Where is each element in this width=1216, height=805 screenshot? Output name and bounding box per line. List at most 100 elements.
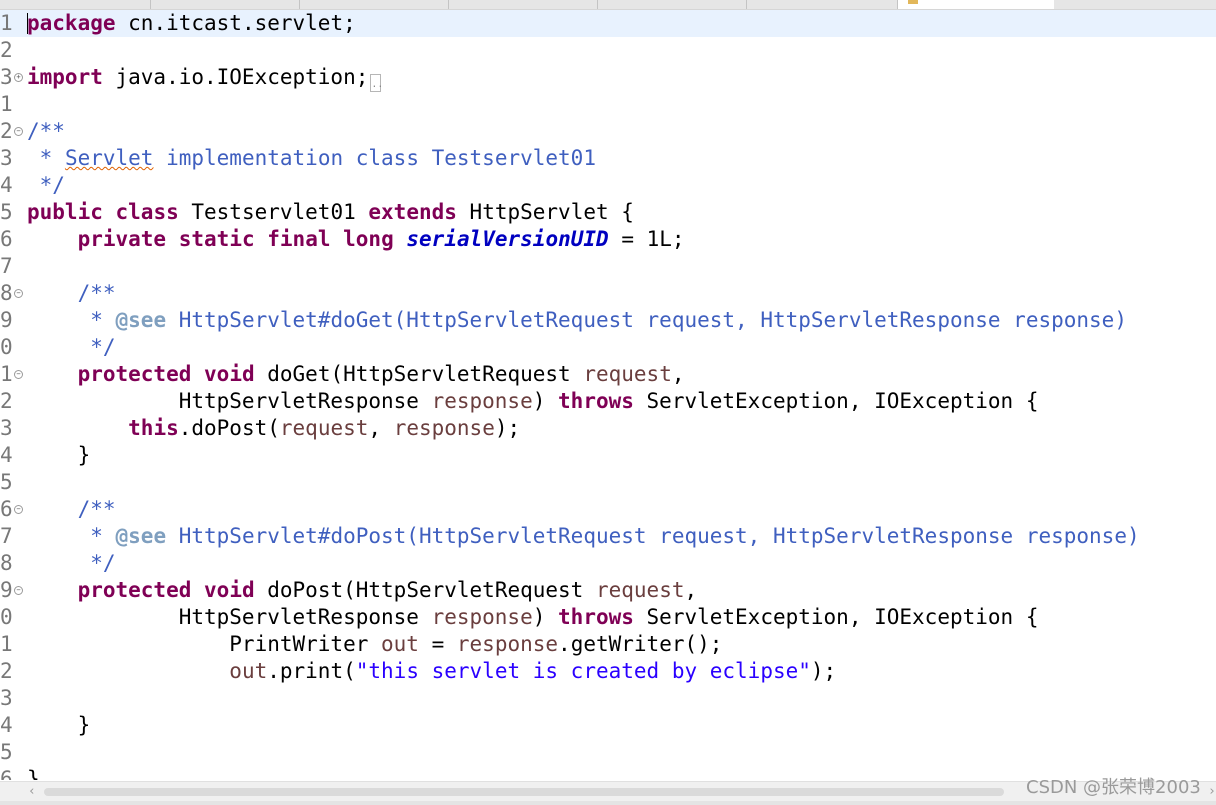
code-line[interactable]: 6 private static final long serialVersio… xyxy=(0,226,1216,253)
code-token: , xyxy=(684,578,698,602)
code-text: * @see HttpServlet#doPost(HttpServletReq… xyxy=(27,523,1140,550)
scroll-left-icon[interactable]: ‹ xyxy=(28,782,36,802)
code-line[interactable]: 3 this.doPost(request, response); xyxy=(0,415,1216,442)
code-line[interactable]: 0 HttpServletResponse response) throws S… xyxy=(0,604,1216,631)
keyword-token: void xyxy=(204,578,255,602)
scrollbar-thumb[interactable] xyxy=(44,788,1004,796)
code-line[interactable]: 7 * @see HttpServlet#doPost(HttpServletR… xyxy=(0,523,1216,550)
fold-collapse-icon[interactable]: − xyxy=(14,586,23,595)
code-line[interactable]: 9 * @see HttpServlet#doGet(HttpServletRe… xyxy=(0,307,1216,334)
parameter-token: response xyxy=(393,416,495,440)
code-token: doPost(HttpServletRequest xyxy=(254,578,596,602)
fold-collapse-icon[interactable]: − xyxy=(14,289,23,298)
code-line[interactable]: 1 package cn.itcast.servlet; xyxy=(0,10,1216,37)
parameter-token: request xyxy=(583,362,672,386)
comment-token: HttpServlet#doPost(HttpServletRequest re… xyxy=(166,524,1140,548)
code-line[interactable]: 8 */ xyxy=(0,550,1216,577)
code-line[interactable]: 2 out.print("this servlet is created by … xyxy=(0,658,1216,685)
line-number: 5 xyxy=(0,470,13,494)
line-number: 4 xyxy=(0,713,13,737)
active-editor-tab[interactable] xyxy=(898,0,1054,9)
code-line[interactable]: 5 xyxy=(0,739,1216,766)
line-number: 2 xyxy=(0,389,13,413)
line-number: 1 xyxy=(0,11,13,35)
editor-tab[interactable] xyxy=(151,0,300,9)
line-number: 5 xyxy=(0,200,13,224)
code-line[interactable]: 2 xyxy=(0,37,1216,64)
code-token: ) xyxy=(532,389,559,413)
fold-expand-icon[interactable]: + xyxy=(14,73,23,82)
editor-tab[interactable] xyxy=(598,0,747,9)
comment-token: * xyxy=(27,524,116,548)
code-text: package cn.itcast.servlet; xyxy=(27,10,356,37)
code-text: /** xyxy=(27,496,116,523)
fold-collapse-icon[interactable]: − xyxy=(14,370,23,379)
code-token: ServletException, IOException { xyxy=(633,605,1039,629)
code-text: public class Testservlet01 extends HttpS… xyxy=(27,199,634,226)
editor-tab[interactable] xyxy=(449,0,598,9)
code-line[interactable]: 5 public class Testservlet01 extends Http… xyxy=(0,199,1216,226)
editor-tab[interactable] xyxy=(0,0,151,9)
code-line[interactable]: 3 xyxy=(0,685,1216,712)
code-text: * @see HttpServlet#doGet(HttpServletRequ… xyxy=(27,307,1127,334)
code-line[interactable]: 9− protected void doPost(HttpServletRequ… xyxy=(0,577,1216,604)
parameter-token: request xyxy=(279,416,369,440)
code-text: out.print("this servlet is created by ec… xyxy=(27,658,836,685)
status-strip xyxy=(0,801,1216,805)
line-number: 3 xyxy=(0,65,13,89)
fold-collapse-icon[interactable]: − xyxy=(14,505,23,514)
code-line[interactable]: 8− /** xyxy=(0,280,1216,307)
code-line[interactable]: 4 */ xyxy=(0,172,1216,199)
code-line[interactable]: 1 PrintWriter out = response.getWriter()… xyxy=(0,631,1216,658)
keyword-token: long xyxy=(343,227,394,251)
editor-tab[interactable] xyxy=(300,0,449,9)
code-text: this.doPost(request, response); xyxy=(27,415,520,442)
code-line[interactable]: 7 xyxy=(0,253,1216,280)
keyword-token: private xyxy=(77,227,167,251)
keyword-token: public xyxy=(27,200,103,224)
comment-token: /** xyxy=(77,281,116,305)
code-line[interactable]: 4 } xyxy=(0,712,1216,739)
code-line[interactable]: 5 xyxy=(0,469,1216,496)
fold-collapse-icon[interactable]: − xyxy=(14,127,23,136)
string-token: "this servlet is created by eclipse" xyxy=(355,659,811,683)
code-token: , xyxy=(368,416,394,440)
code-line[interactable]: 6− /** xyxy=(0,496,1216,523)
editor-tab-strip xyxy=(0,0,1216,10)
code-line[interactable]: 3 + import java.io.IOException;.. xyxy=(0,64,1216,92)
code-token: ); xyxy=(810,659,837,683)
line-number: 4 xyxy=(0,443,13,467)
comment-token: HttpServlet#doGet(HttpServletRequest req… xyxy=(166,308,1127,332)
keyword-token: final xyxy=(267,227,331,251)
line-number: 6 xyxy=(0,767,13,780)
code-line[interactable]: 3 * Servlet implementation class Testser… xyxy=(0,145,1216,172)
comment-token: */ xyxy=(27,335,116,359)
scroll-right-icon[interactable]: › xyxy=(1208,782,1216,802)
parameter-token: response xyxy=(431,389,533,413)
line-number: 6 xyxy=(0,227,13,251)
line-number: 7 xyxy=(0,524,13,548)
code-line[interactable]: 4 } xyxy=(0,442,1216,469)
keyword-token: protected xyxy=(77,362,192,386)
code-line[interactable]: 2−/** xyxy=(0,118,1216,145)
code-line[interactable]: 2 HttpServletResponse response) throws S… xyxy=(0,388,1216,415)
comment-token: /** xyxy=(27,119,65,143)
editor-tab[interactable] xyxy=(747,0,898,9)
java-file-icon xyxy=(908,0,918,4)
code-token: Testservlet01 xyxy=(178,200,369,224)
keyword-token: import xyxy=(27,65,103,89)
code-text: */ xyxy=(27,550,116,577)
code-line[interactable]: 1 xyxy=(0,91,1216,118)
code-token: HttpServletResponse xyxy=(27,389,432,413)
java-code-editor[interactable]: 1 package cn.itcast.servlet; 2 3 + import jav… xyxy=(0,10,1216,780)
comment-token: */ xyxy=(27,551,116,575)
code-line[interactable]: 0 */ xyxy=(0,334,1216,361)
code-line[interactable]: 1− protected void doGet(HttpServletReque… xyxy=(0,361,1216,388)
collapsed-imports-icon[interactable]: .. xyxy=(370,74,383,92)
comment-token: Servlet xyxy=(64,146,154,170)
